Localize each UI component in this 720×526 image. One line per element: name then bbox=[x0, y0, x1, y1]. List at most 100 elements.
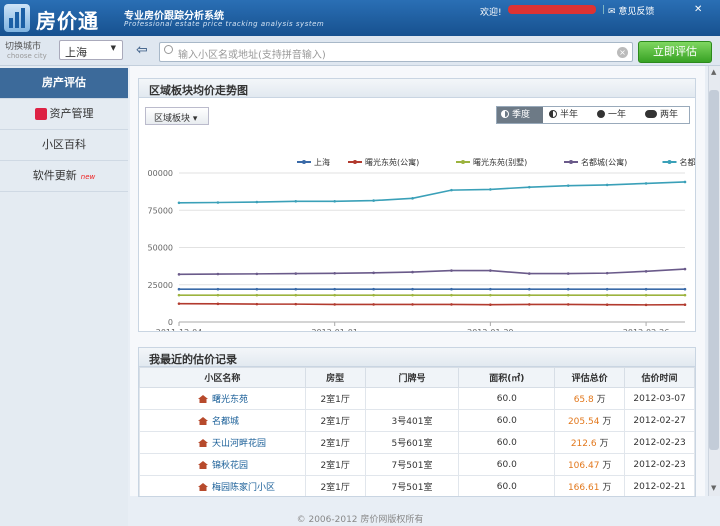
tab-label: 一年 bbox=[608, 110, 627, 120]
scroll-up-icon[interactable]: ▲ bbox=[711, 68, 716, 76]
data-point bbox=[450, 293, 453, 297]
cell-name[interactable]: 锦秋花园 bbox=[139, 453, 306, 476]
scrollbar-thumb[interactable] bbox=[709, 90, 719, 450]
city-bar: 切换城市 choose city 上海 ▼ bbox=[0, 36, 128, 66]
data-point bbox=[255, 293, 259, 297]
cell-name[interactable]: 曙光东苑 bbox=[139, 387, 306, 410]
table-row[interactable]: 锦秋花园 2室1厅 7号501室 60.0 106.47 万 2012-02-23 bbox=[139, 453, 695, 476]
asset-icon bbox=[34, 108, 47, 120]
region-dropdown[interactable]: 区域板块 ▾ bbox=[145, 107, 209, 125]
evaluate-button[interactable]: 立即评估 bbox=[638, 41, 712, 63]
app-subtitle-en: Professional estate price tracking analy… bbox=[124, 20, 325, 28]
clear-icon[interactable]: × bbox=[617, 47, 628, 58]
tab-half-year[interactable]: 半年 bbox=[545, 107, 591, 123]
community-link[interactable]: 曙光东苑 bbox=[212, 395, 248, 405]
data-point bbox=[683, 287, 687, 291]
community-link[interactable]: 天山河畔花园 bbox=[212, 439, 266, 449]
house-icon bbox=[198, 483, 208, 491]
cell-price: 65.8 万 bbox=[554, 387, 626, 410]
data-point bbox=[683, 303, 687, 307]
data-point bbox=[644, 293, 648, 297]
data-point bbox=[411, 287, 414, 291]
sidebar-item-valuation[interactable]: 房产评估 bbox=[0, 68, 128, 99]
footer-copyright: © 2006-2012 房价网版权所有 bbox=[296, 515, 424, 525]
tab-quarter[interactable]: 季度 bbox=[497, 107, 543, 123]
community-link[interactable]: 锦秋花园 bbox=[212, 461, 248, 471]
tab-two-years[interactable]: 两年 bbox=[641, 107, 689, 123]
data-point bbox=[489, 188, 492, 191]
x-tick-label: 2012-01-01 bbox=[311, 328, 358, 331]
city-label-en: choose city bbox=[7, 52, 47, 60]
data-point bbox=[372, 293, 375, 297]
cell-unit: 3号401室 bbox=[364, 409, 460, 432]
data-point bbox=[528, 287, 531, 291]
cell-area: 60.0 bbox=[458, 409, 556, 432]
cell-price: 212.6 万 bbox=[554, 431, 626, 454]
cell-name[interactable]: 梅园陈家门小区 bbox=[139, 475, 306, 496]
data-point bbox=[255, 200, 259, 204]
y-tick-label: 00000 bbox=[148, 169, 173, 178]
mail-icon: ✉ bbox=[608, 7, 616, 17]
cell-price: 166.61 万 bbox=[554, 475, 626, 496]
data-point bbox=[216, 272, 220, 276]
community-link[interactable]: 梅园陈家门小区 bbox=[212, 483, 275, 493]
data-point bbox=[528, 272, 531, 275]
data-point bbox=[605, 293, 609, 297]
x-tick-label: 2012-02-26 bbox=[623, 328, 670, 331]
table-row[interactable]: 天山河畔花园 2室1厅 5号601室 60.0 212.6 万 2012-02-23 bbox=[139, 431, 695, 454]
column-header: 小区名称 bbox=[139, 367, 306, 388]
app-logo-text: 房价通 bbox=[36, 9, 99, 33]
city-select[interactable]: 上海 ▼ bbox=[59, 40, 123, 60]
cell-layout: 2室1厅 bbox=[304, 475, 366, 496]
data-point bbox=[411, 270, 414, 274]
history-panel: 我最近的估价记录 小区名称 房型 门牌号 面积(㎡) 评估总价 估价时间 曙光东苑 2室1厅… bbox=[138, 347, 696, 497]
tab-label: 半年 bbox=[560, 110, 579, 120]
house-icon bbox=[198, 439, 208, 447]
data-point bbox=[566, 303, 570, 306]
back-arrow-icon[interactable]: ⇦ bbox=[136, 42, 148, 58]
house-icon bbox=[198, 395, 208, 403]
cell-layout: 2室1厅 bbox=[304, 387, 366, 410]
tab-label: 季度 bbox=[512, 110, 531, 120]
search-input[interactable]: 输入小区名或地址(支持拼音输入) bbox=[159, 42, 633, 62]
data-point bbox=[683, 180, 687, 184]
tab-year[interactable]: 一年 bbox=[593, 107, 639, 123]
series-line bbox=[178, 302, 686, 306]
username-redacted[interactable] bbox=[508, 5, 596, 14]
column-header: 房型 bbox=[304, 367, 366, 388]
house-icon bbox=[198, 417, 208, 425]
cell-name[interactable]: 天山河畔花园 bbox=[139, 431, 306, 454]
legend-marker bbox=[461, 160, 465, 164]
double-icon bbox=[645, 110, 657, 118]
y-tick-label: 0 bbox=[168, 318, 173, 327]
sidebar-item-update[interactable]: 软件更新 new bbox=[0, 161, 128, 192]
data-point bbox=[683, 267, 687, 271]
close-button[interactable]: ✕ bbox=[694, 4, 702, 15]
table-row[interactable]: 梅园陈家门小区 2室1厅 7号501室 60.0 166.61 万 2012-02-21 bbox=[139, 475, 695, 496]
data-point bbox=[450, 188, 453, 192]
table-row[interactable]: 曙光东苑 2室1厅 60.0 65.8 万 2012-03-07 bbox=[139, 387, 695, 410]
x-tick-label: 2012-01-29 bbox=[467, 328, 514, 331]
table-row[interactable]: 名都城 2室1厅 3号401室 60.0 205.54 万 2012-02-27 bbox=[139, 409, 695, 432]
y-tick-label: 50000 bbox=[148, 244, 173, 253]
cell-date: 2012-02-23 bbox=[624, 453, 695, 476]
search-icon bbox=[164, 45, 173, 54]
community-link[interactable]: 名都城 bbox=[212, 417, 239, 427]
feedback-link[interactable]: ✉ 意见反馈 bbox=[608, 4, 654, 17]
price-value: 212.6 bbox=[570, 439, 597, 449]
scroll-down-icon[interactable]: ▼ bbox=[711, 484, 716, 492]
sidebar-item-label: 软件更新 bbox=[32, 169, 77, 182]
cell-layout: 2室1厅 bbox=[304, 453, 366, 476]
period-toggle: 季度 半年 一年 两年 bbox=[496, 106, 690, 124]
data-point bbox=[333, 271, 336, 275]
sidebar-item-encyclopedia[interactable]: 小区百科 bbox=[0, 130, 128, 161]
data-point bbox=[566, 272, 570, 275]
data-point bbox=[644, 303, 648, 307]
chevron-down-icon: ▼ bbox=[110, 44, 116, 52]
data-point bbox=[372, 199, 375, 202]
tab-label: 两年 bbox=[660, 110, 679, 120]
data-point bbox=[566, 184, 570, 187]
cell-name[interactable]: 名都城 bbox=[139, 409, 306, 432]
sidebar-item-assets[interactable]: 资产管理 bbox=[0, 99, 128, 130]
table-header-row: 小区名称 房型 门牌号 面积(㎡) 评估总价 估价时间 bbox=[139, 367, 695, 388]
